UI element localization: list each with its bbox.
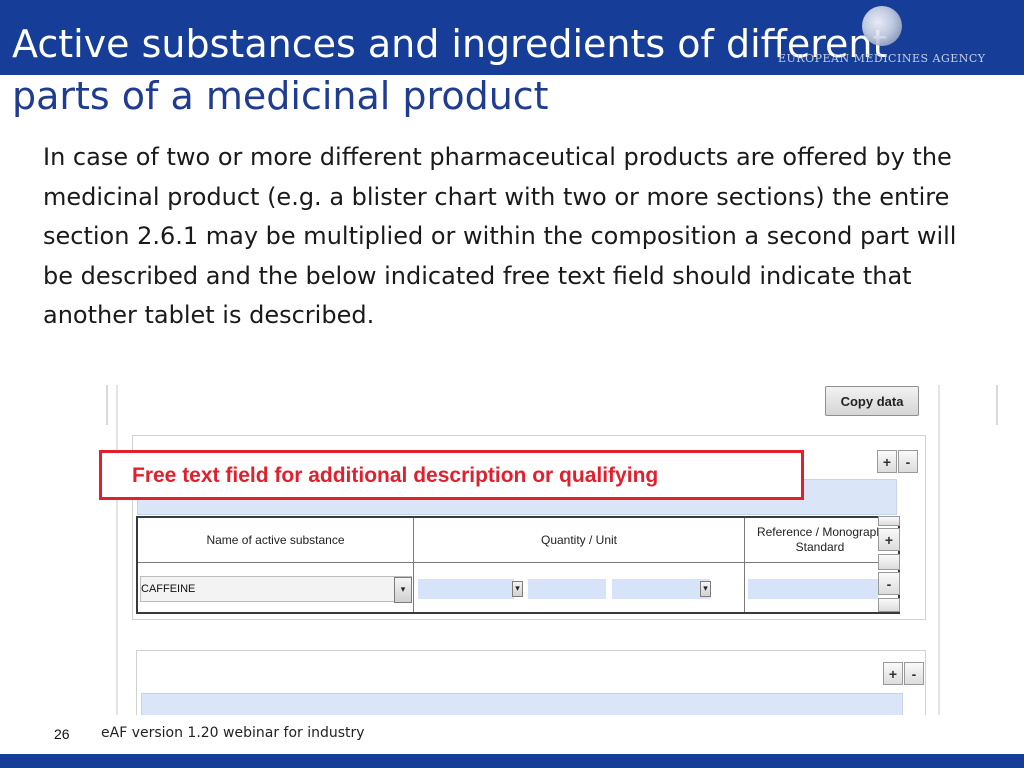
second-panel-remove-button[interactable]: - [904, 662, 924, 685]
free-text-callout: Free text field for additional descripti… [99, 450, 804, 500]
substance-select[interactable]: CAFFEINE [140, 576, 412, 602]
active-substance-table: Name of active substance Quantity / Unit… [136, 516, 900, 614]
substance-value: CAFFEINE [141, 583, 196, 595]
body-paragraph: In case of two or more different pharmac… [43, 143, 957, 330]
second-composition-panel: + - [136, 650, 926, 715]
footer-text: eAF version 1.20 webinar for industry [101, 725, 365, 741]
second-panel-add-button[interactable]: + [883, 662, 903, 685]
panel-remove-button[interactable]: - [898, 450, 918, 473]
unit-value-field[interactable] [528, 579, 606, 599]
second-free-text-field[interactable] [141, 693, 903, 715]
panel-add-button[interactable]: + [877, 450, 897, 473]
column-header-reference: Reference / Monograph Standard [756, 525, 884, 554]
screenshot-edge-left [106, 385, 108, 425]
reference-field[interactable] [748, 579, 878, 599]
footer-bar [0, 754, 1024, 768]
row-button-bottom[interactable] [878, 598, 900, 612]
column-header-quantity: Quantity / Unit [540, 532, 618, 547]
row-button-top[interactable] [878, 516, 900, 526]
row-button-middle[interactable] [878, 554, 900, 570]
substance-dropdown-icon[interactable]: ▾ [394, 577, 412, 603]
row-add-button[interactable]: + [878, 528, 900, 551]
slide-title-line-2: parts of a medicinal product [12, 74, 549, 118]
screenshot-edge-far-right [996, 385, 998, 425]
unit-dropdown-icon[interactable]: ▾ [700, 581, 711, 597]
agency-logo-icon [862, 6, 902, 46]
table-divider [138, 562, 898, 563]
callout-label: Free text field for additional descripti… [132, 464, 659, 487]
quantity-dropdown-icon[interactable]: ▾ [512, 581, 523, 597]
agency-logo-text: EUROPEAN MEDICINES AGENCY [778, 52, 986, 65]
copy-data-button[interactable]: Copy data [825, 386, 919, 416]
column-header-substance: Name of active substance [206, 532, 345, 547]
page-number: 26 [54, 726, 70, 742]
form-screenshot: Copy data + - Name of active substance Q… [106, 385, 1006, 715]
screenshot-edge-right [938, 385, 940, 715]
unit-field[interactable] [612, 579, 710, 599]
row-remove-button[interactable]: - [878, 572, 900, 595]
slide-title-line-1: Active substances and ingredients of dif… [12, 22, 888, 66]
quantity-field[interactable] [418, 579, 514, 599]
screenshot-edge-left-inner [116, 385, 118, 715]
